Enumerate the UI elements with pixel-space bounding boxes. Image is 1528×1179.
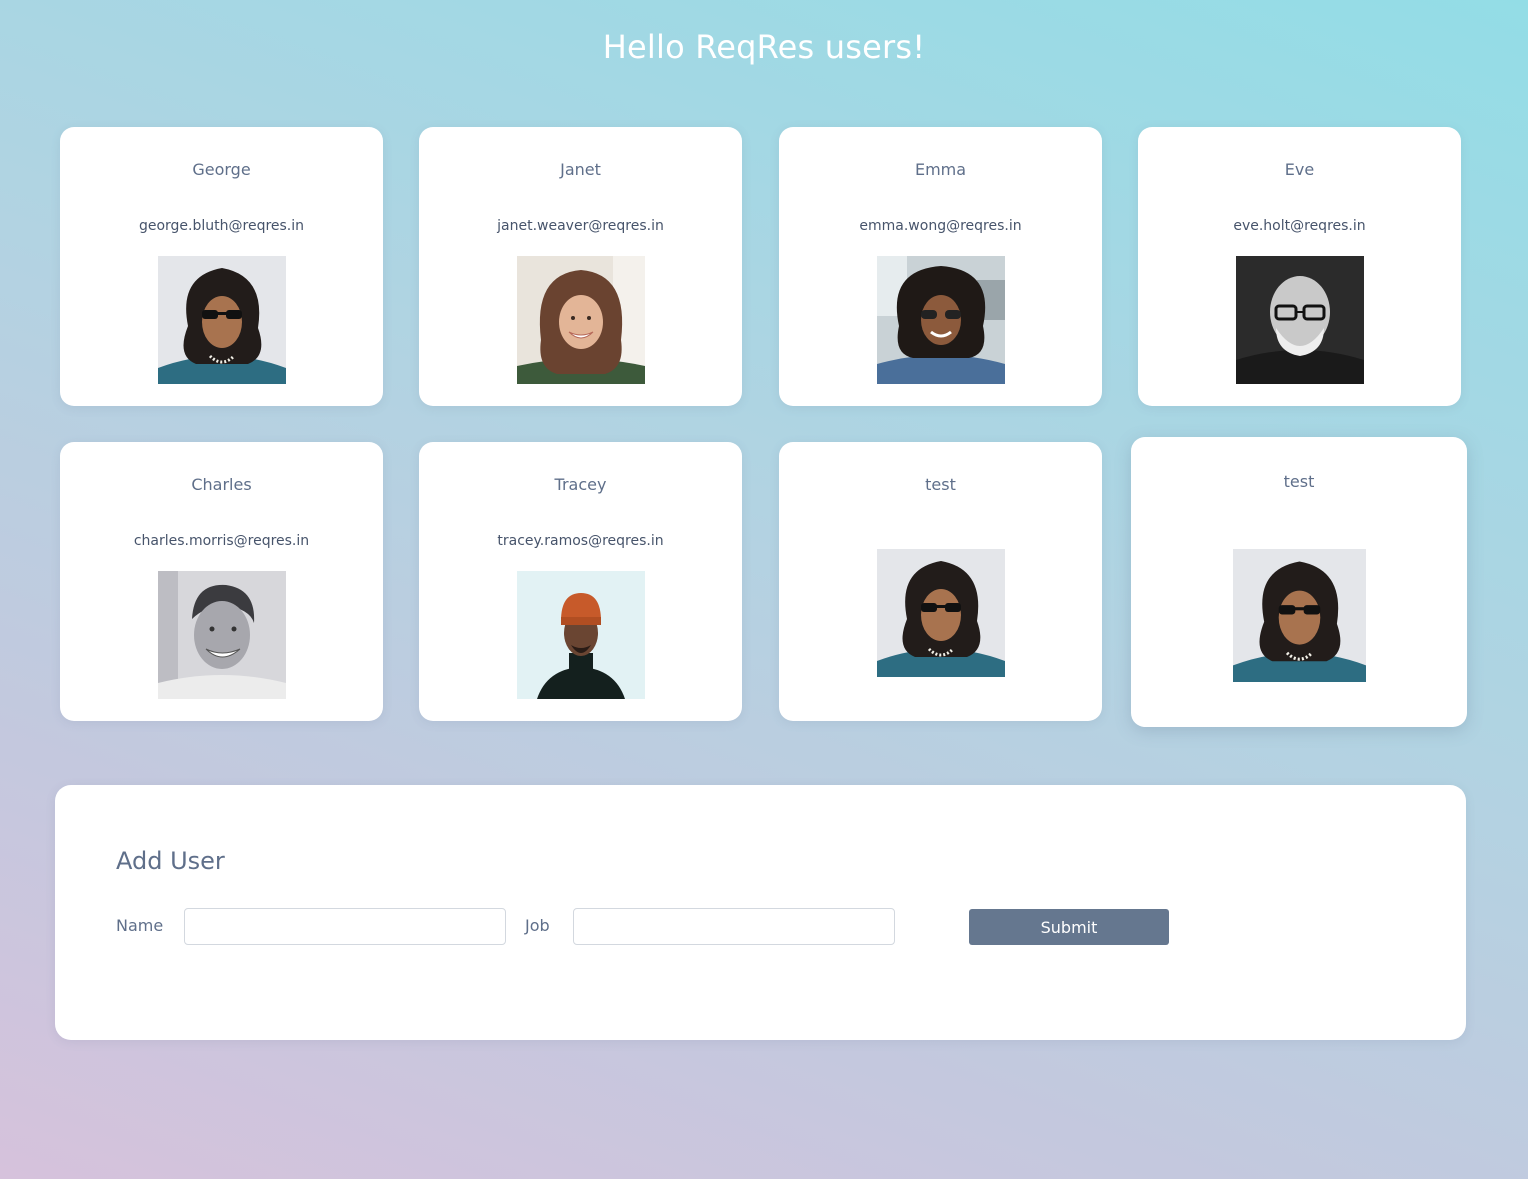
user-card: Emma emma.wong@reqres.in [779, 127, 1102, 406]
user-card: George george.bluth@reqres.in [60, 127, 383, 406]
user-avatar [877, 256, 1005, 384]
user-card: Charles charles.morris@reqres.in [60, 442, 383, 721]
user-name: test [925, 475, 956, 494]
add-user-form: Add User Name Job Submit [55, 785, 1466, 1040]
user-name: Charles [191, 475, 252, 494]
name-input[interactable] [184, 908, 506, 945]
user-name: test [1283, 472, 1315, 491]
user-name: Janet [560, 160, 601, 179]
user-grid: George george.bluth@reqres.in Janet jane… [0, 0, 1528, 760]
user-name: Eve [1284, 160, 1315, 179]
user-email: eve.holt@reqres.in [1233, 218, 1366, 234]
user-avatar [1236, 256, 1364, 384]
user-avatar [877, 549, 1005, 677]
user-name: Tracey [554, 475, 607, 494]
submit-button[interactable]: Submit [969, 909, 1169, 945]
user-card: test [1131, 437, 1467, 727]
name-label: Name [116, 916, 164, 935]
user-avatar [517, 571, 645, 699]
user-email: george.bluth@reqres.in [138, 218, 305, 234]
user-avatar [158, 571, 286, 699]
job-input[interactable] [573, 908, 895, 945]
user-name: Emma [914, 160, 967, 179]
user-email: tracey.ramos@reqres.in [497, 533, 664, 549]
user-name: George [192, 160, 251, 179]
user-avatar [517, 256, 645, 384]
user-email: janet.weaver@reqres.in [497, 218, 664, 234]
user-avatar [1233, 549, 1366, 682]
user-card: Tracey tracey.ramos@reqres.in [419, 442, 742, 721]
user-card: Eve eve.holt@reqres.in [1138, 127, 1461, 406]
user-avatar [158, 256, 286, 384]
add-user-title: Add User [116, 847, 225, 875]
user-email: emma.wong@reqres.in [859, 218, 1022, 234]
user-card: test [779, 442, 1102, 721]
user-card: Janet janet.weaver@reqres.in [419, 127, 742, 406]
job-label: Job [525, 916, 550, 935]
user-email: charles.morris@reqres.in [133, 533, 310, 549]
